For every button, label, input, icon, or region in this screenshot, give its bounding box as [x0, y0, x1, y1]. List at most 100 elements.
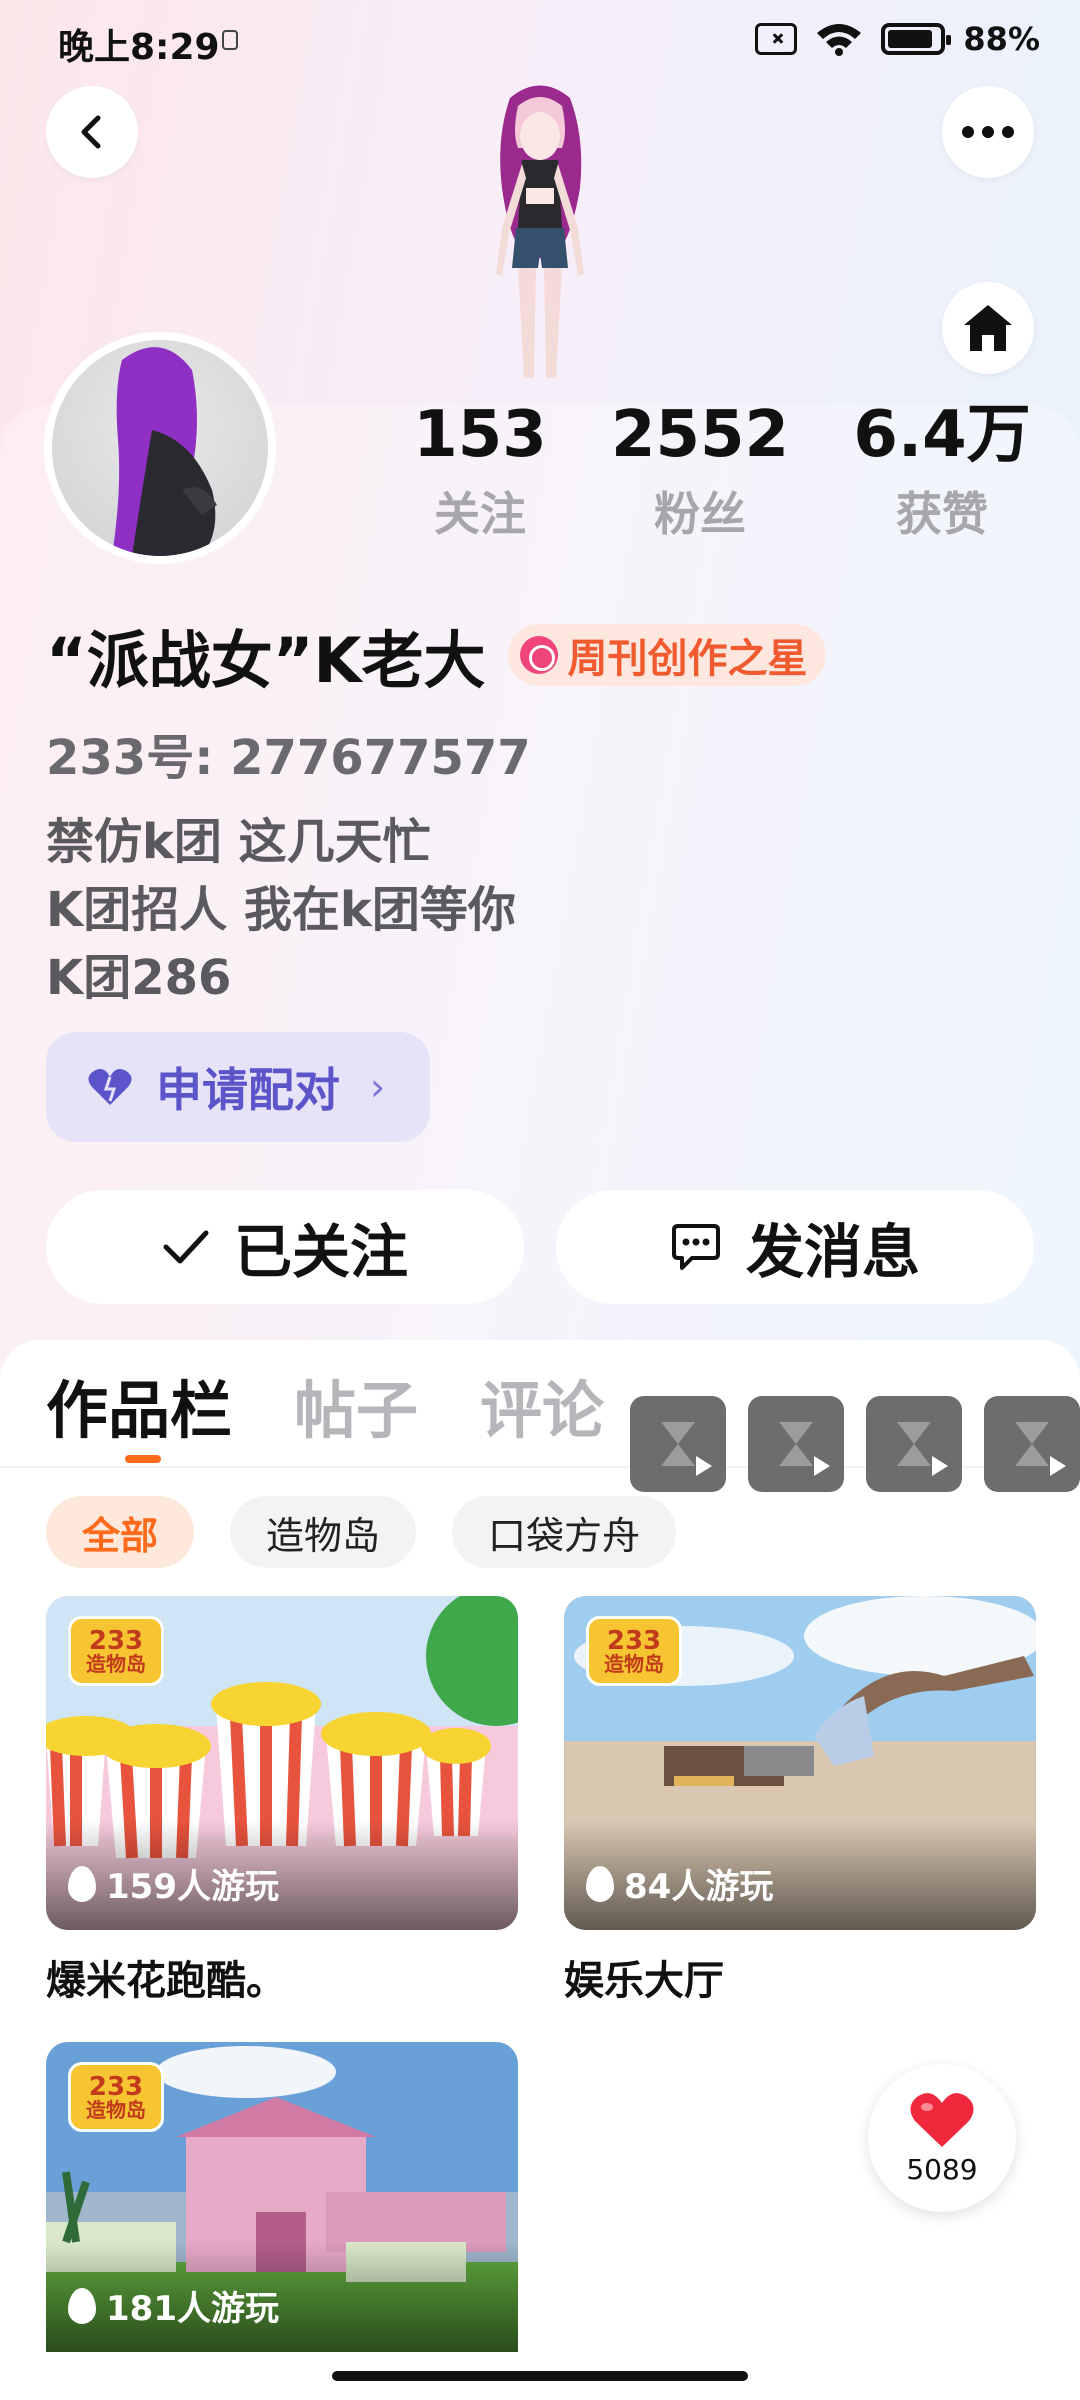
work-thumbnail: 233 造物岛 84人游玩: [564, 1596, 1036, 1930]
avatar-image: [52, 340, 268, 556]
content-tabs: 作品栏 帖子 评论: [46, 1360, 604, 1450]
play-count-text: 159人游玩: [106, 1867, 279, 1907]
logo-number: 233: [606, 1626, 662, 1656]
heart-icon: [910, 2092, 974, 2147]
name-row: “派战女”K老大 周刊创作之星: [46, 610, 826, 700]
video-thumbnail-strip: [630, 1396, 1080, 1492]
bio-line: 禁仿k团 这几天忙: [46, 814, 431, 870]
chevron-right-icon: ›: [370, 1065, 386, 1109]
checkmark-icon: [163, 1230, 209, 1264]
home-icon: [964, 305, 1012, 351]
user-bio: 禁仿k团 这几天忙 K团招人 我在k团等你 K团286: [46, 808, 516, 1012]
message-button[interactable]: 发消息: [556, 1190, 1034, 1304]
chevron-left-icon: [81, 115, 101, 149]
work-card[interactable]: 233 造物岛 84人游玩 娱乐大厅: [564, 1596, 1036, 2006]
wifi-icon: [817, 24, 862, 56]
logo-text: 造物岛: [86, 2098, 146, 2122]
tab-active-indicator: [125, 1455, 161, 1463]
flame-icon: [586, 1865, 614, 1902]
loading-hourglass-icon: [661, 1422, 695, 1466]
avatar[interactable]: [44, 332, 276, 564]
loading-hourglass-icon: [1015, 1422, 1049, 1466]
work-card[interactable]: 233 造物岛 159人游玩 爆米花跑酷。: [46, 1596, 518, 2006]
creation-island-logo: 233 造物岛: [586, 1616, 682, 1686]
star-badge-icon: [519, 636, 558, 674]
pair-request-label: 申请配对: [156, 1063, 340, 1117]
user-id: 233号: 277677577: [46, 730, 531, 786]
status-bar: 晚上8:29 88%: [0, 0, 1080, 84]
video-thumbnail[interactable]: [748, 1396, 844, 1492]
stat-label: 粉丝: [654, 487, 746, 542]
status-indicators: 88%: [755, 20, 1040, 58]
play-count: 181人游玩: [68, 2281, 279, 2330]
play-icon: [1050, 1456, 1066, 1476]
like-button[interactable]: 5089: [868, 2064, 1016, 2212]
bio-line: K团286: [46, 950, 232, 1006]
work-thumbnail: 233 造物岛 181人游玩: [46, 2042, 518, 2352]
video-thumbnail[interactable]: [630, 1396, 726, 1492]
work-title: 娱乐大厅: [564, 1958, 724, 2004]
tab-works[interactable]: 作品栏: [46, 1360, 232, 1450]
profile-page: 晚上8:29 88% 153 关注 2552 粉丝 6.4万 获赞 “派战女”K…: [0, 0, 1080, 2400]
logo-text: 造物岛: [86, 1652, 146, 1676]
play-count: 84人游玩: [586, 1859, 773, 1908]
filter-pocket-ark[interactable]: 口袋方舟: [452, 1496, 677, 1568]
pair-request-button[interactable]: 申请配对 ›: [46, 1032, 430, 1142]
stat-label: 获赞: [896, 487, 988, 542]
home-button[interactable]: [942, 282, 1034, 374]
work-title: 爆米花跑酷。: [46, 1958, 286, 2004]
user-name: “派战女”K老大: [46, 624, 486, 697]
creation-island-logo: 233 造物岛: [68, 1616, 164, 1686]
character-figure: [496, 85, 584, 378]
logo-text: 造物岛: [604, 1652, 664, 1676]
play-icon: [932, 1456, 948, 1476]
video-thumbnail[interactable]: [866, 1396, 962, 1492]
creator-badge[interactable]: 周刊创作之星: [507, 624, 826, 686]
work-thumbnail: 233 造物岛 159人游玩: [46, 1596, 518, 1930]
play-count: 159人游玩: [68, 1859, 279, 1908]
tab-comments[interactable]: 评论: [480, 1360, 604, 1450]
bio-line: K团招人 我在k团等你: [46, 882, 516, 938]
loading-hourglass-icon: [779, 1422, 813, 1466]
status-time: 晚上8:29: [58, 27, 220, 68]
more-horizontal-icon: [962, 126, 1014, 138]
followed-button[interactable]: 已关注: [46, 1190, 524, 1304]
play-count-text: 181人游玩: [106, 2289, 279, 2329]
no-sim-icon: [755, 23, 798, 55]
play-icon: [696, 1456, 712, 1476]
like-count: 5089: [906, 2152, 978, 2186]
badge-text: 周刊创作之星: [567, 636, 808, 682]
message-label: 发消息: [745, 1218, 920, 1286]
tab-posts[interactable]: 帖子: [294, 1360, 418, 1450]
battery-fill: [888, 30, 933, 48]
stat-value: 153: [413, 398, 547, 472]
battery-percent: 88%: [963, 20, 1040, 58]
battery-icon: [881, 23, 952, 55]
followed-label: 已关注: [233, 1218, 408, 1286]
stat-following[interactable]: 153 关注: [400, 400, 560, 544]
work-card[interactable]: 233 造物岛 181人游玩: [46, 2042, 518, 2352]
stat-likes[interactable]: 6.4万 获赞: [842, 400, 1042, 544]
back-button[interactable]: [46, 86, 138, 178]
filter-creation-island[interactable]: 造物岛: [230, 1496, 417, 1568]
flame-icon: [68, 2287, 96, 2324]
stat-followers[interactable]: 2552 粉丝: [600, 400, 800, 544]
video-thumbnail[interactable]: [984, 1396, 1080, 1492]
loading-hourglass-icon: [897, 1422, 931, 1466]
flame-icon: [68, 1865, 96, 1902]
notification-icon: [222, 30, 238, 50]
home-indicator[interactable]: [332, 2371, 748, 2381]
stat-value: 2552: [610, 398, 790, 472]
logo-number: 233: [88, 1626, 144, 1656]
avatar-character: [112, 347, 217, 556]
stat-label: 关注: [434, 487, 526, 542]
profile-stats: 153 关注 2552 粉丝 6.4万 获赞: [400, 400, 1060, 560]
stat-value: 6.4万: [853, 398, 1031, 472]
heart-pair-icon: [88, 1069, 132, 1105]
logo-number: 233: [88, 2072, 144, 2102]
more-button[interactable]: [942, 86, 1034, 178]
filter-all[interactable]: 全部: [46, 1496, 195, 1568]
filter-chips: 全部 造物岛 口袋方舟: [46, 1496, 677, 1568]
play-count-text: 84人游玩: [624, 1867, 774, 1907]
creation-island-logo: 233 造物岛: [68, 2062, 164, 2132]
